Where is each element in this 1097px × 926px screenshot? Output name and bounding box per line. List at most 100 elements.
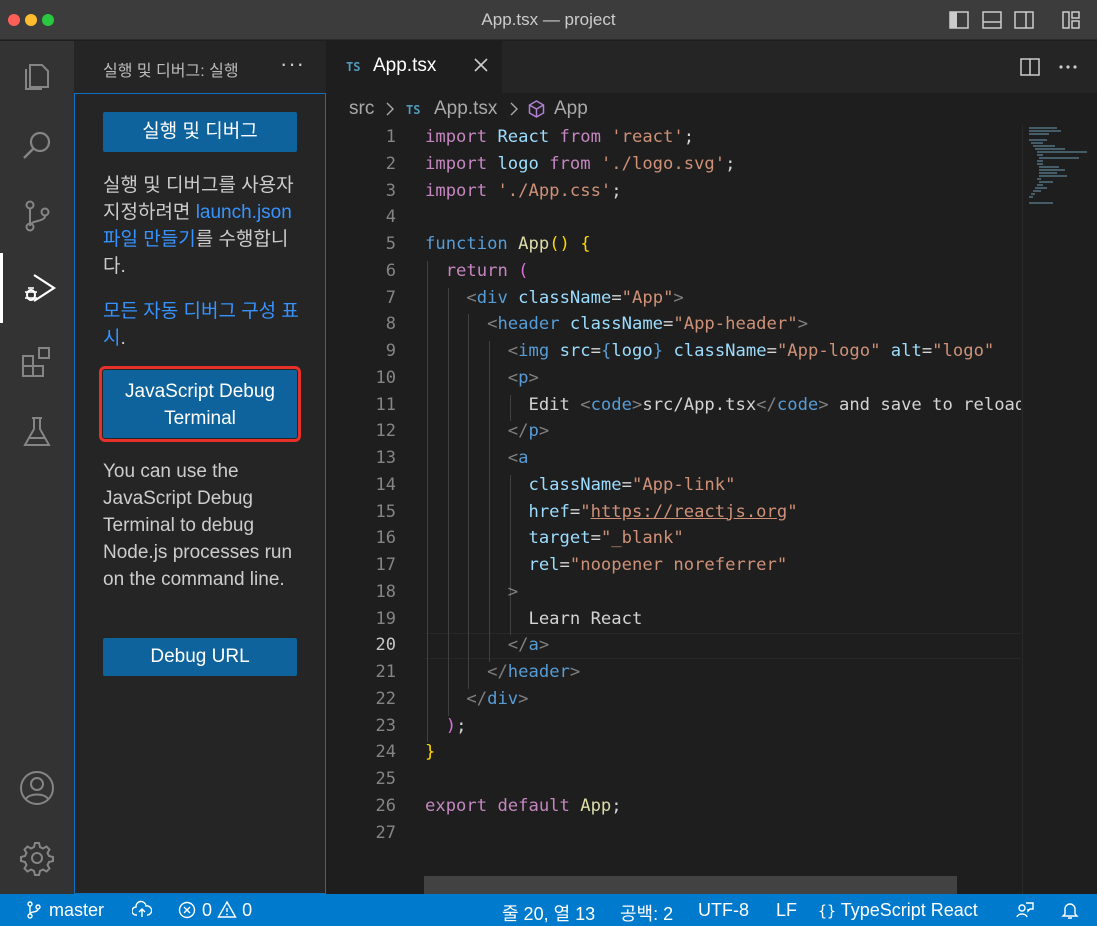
code-token: import bbox=[425, 153, 498, 174]
run-and-debug-button[interactable]: 실행 및 디버그 bbox=[103, 112, 297, 152]
code-token: > bbox=[631, 394, 643, 415]
close-icon[interactable] bbox=[471, 55, 491, 75]
breadcrumb-folder[interactable]: src bbox=[349, 98, 374, 120]
sidebar-title: 실행 및 디버그: 실행 bbox=[103, 63, 239, 80]
code-token: ; bbox=[456, 715, 467, 736]
code-line: <p> bbox=[425, 368, 539, 388]
code-token: ; bbox=[683, 127, 705, 147]
js-debug-label-line2: Terminal bbox=[164, 408, 236, 429]
javascript-debug-terminal-button[interactable]: JavaScript Debug Terminal bbox=[99, 366, 301, 442]
minimap[interactable] bbox=[1022, 125, 1097, 894]
code-token: src/App.tsx bbox=[642, 394, 757, 415]
editor-more-actions-icon[interactable] bbox=[1056, 55, 1080, 79]
feedback-icon[interactable] bbox=[1015, 900, 1035, 921]
code-token: = bbox=[621, 474, 632, 495]
code-token: > bbox=[569, 662, 581, 682]
code-token: " bbox=[580, 501, 591, 522]
search-icon[interactable] bbox=[0, 111, 74, 181]
run-debug-icon[interactable] bbox=[0, 253, 74, 323]
problems-indicator[interactable]: 0 0 bbox=[177, 900, 252, 921]
cursor-position[interactable]: 줄 20, 열 13 bbox=[502, 900, 595, 926]
code-token: img bbox=[518, 341, 560, 361]
code-token: className bbox=[518, 287, 612, 308]
code-line: </div> bbox=[425, 688, 529, 709]
customize-hint-text: 실행 및 디버그를 사용자 지정하려면 launch.json 파일 만들기를 … bbox=[103, 172, 303, 280]
testing-icon[interactable] bbox=[0, 397, 74, 467]
code-line: import logo from './logo.svg'; bbox=[425, 154, 735, 174]
line-number: 19 bbox=[375, 608, 396, 629]
code-token: = bbox=[590, 341, 601, 361]
code-content[interactable]: import React from 'react'; import logo f… bbox=[425, 125, 1021, 894]
error-icon bbox=[178, 901, 196, 919]
code-line: target="_blank" bbox=[425, 528, 683, 549]
settings-gear-icon[interactable] bbox=[0, 823, 74, 893]
split-editor-icon[interactable] bbox=[1018, 55, 1042, 79]
code-token: export bbox=[425, 795, 498, 816]
code-token: https://reactjs.org bbox=[590, 501, 788, 522]
customize-layout-icon[interactable] bbox=[1060, 9, 1082, 31]
tab-label: App.tsx bbox=[373, 55, 437, 76]
debug-url-button[interactable]: Debug URL bbox=[103, 638, 297, 676]
code-line: <header className="App-header"> bbox=[425, 314, 808, 334]
tab-app-tsx[interactable]: TS App.tsx bbox=[326, 41, 502, 93]
code-token: className bbox=[673, 341, 767, 361]
code-line: Edit <code>src/App.tsx</code> and save t… bbox=[425, 395, 1021, 415]
toggle-primary-sidebar-icon[interactable] bbox=[948, 9, 970, 31]
code-token: from bbox=[549, 153, 601, 174]
code-token: "App-link" bbox=[631, 474, 736, 495]
extensions-icon[interactable] bbox=[0, 327, 74, 397]
source-control-icon[interactable] bbox=[0, 181, 74, 251]
language-mode[interactable]: {} TypeScript React bbox=[818, 900, 978, 921]
account-icon[interactable] bbox=[0, 753, 74, 823]
code-token: Learn React bbox=[425, 608, 643, 629]
code-token: return bbox=[445, 260, 519, 281]
breadcrumb-symbol[interactable]: App bbox=[554, 98, 588, 120]
code-token: src bbox=[559, 341, 591, 361]
line-number: 5 bbox=[385, 234, 396, 254]
branch-indicator[interactable]: master bbox=[24, 900, 104, 921]
toggle-panel-icon[interactable] bbox=[981, 9, 1003, 31]
code-token: ; bbox=[611, 180, 622, 201]
line-number: 3 bbox=[385, 180, 396, 201]
code-token: 'react' bbox=[611, 127, 684, 147]
code-token: } bbox=[425, 742, 436, 763]
code-token: rel bbox=[528, 555, 560, 575]
code-token: div bbox=[476, 287, 519, 308]
code-token: = bbox=[590, 528, 601, 549]
horizontal-scrollbar[interactable] bbox=[424, 876, 957, 894]
explorer-icon[interactable] bbox=[0, 41, 74, 111]
breadcrumb-file[interactable]: App.tsx bbox=[434, 98, 497, 120]
code-token: logo bbox=[611, 341, 653, 361]
code-editor[interactable]: 1 2 3 4 5 6 7 8 9 10 11 12 13 14 15 16 17 18 19 20 21 22 23 24 2… bbox=[326, 125, 1097, 894]
symbol-class-icon bbox=[528, 100, 545, 118]
code-token: < bbox=[487, 314, 498, 335]
line-number: 15 bbox=[375, 501, 396, 522]
more-actions-icon[interactable]: ··· bbox=[280, 51, 305, 77]
sync-icon[interactable] bbox=[131, 900, 153, 921]
indentation[interactable]: 공백: 2 bbox=[620, 900, 673, 926]
code-token: import bbox=[425, 180, 498, 201]
show-all-debug-configs-link[interactable]: 모든 자동 디버그 구성 표시 bbox=[103, 301, 299, 349]
language-name: TypeScript React bbox=[840, 900, 978, 920]
code-token: ; bbox=[611, 795, 622, 816]
end-of-line[interactable]: LF bbox=[776, 900, 797, 921]
code-token: = bbox=[611, 287, 622, 308]
toggle-secondary-sidebar-icon[interactable] bbox=[1013, 9, 1035, 31]
code-token: " bbox=[787, 501, 798, 522]
code-token: logo bbox=[497, 153, 550, 174]
code-token: > bbox=[518, 688, 529, 709]
code-token: a bbox=[528, 635, 539, 656]
code-line: import React from 'react'; bbox=[425, 127, 704, 147]
encoding[interactable]: UTF-8 bbox=[698, 900, 749, 921]
code-token: p bbox=[518, 367, 529, 388]
braces-icon: {} bbox=[818, 902, 837, 920]
code-token: { bbox=[600, 341, 612, 361]
notifications-bell-icon[interactable] bbox=[1060, 900, 1080, 921]
code-line: > bbox=[425, 582, 518, 602]
code-token: > bbox=[673, 287, 684, 308]
code-token: "App-logo" bbox=[776, 341, 891, 361]
code-line: export default App; bbox=[425, 796, 622, 816]
code-token: code bbox=[776, 394, 819, 415]
